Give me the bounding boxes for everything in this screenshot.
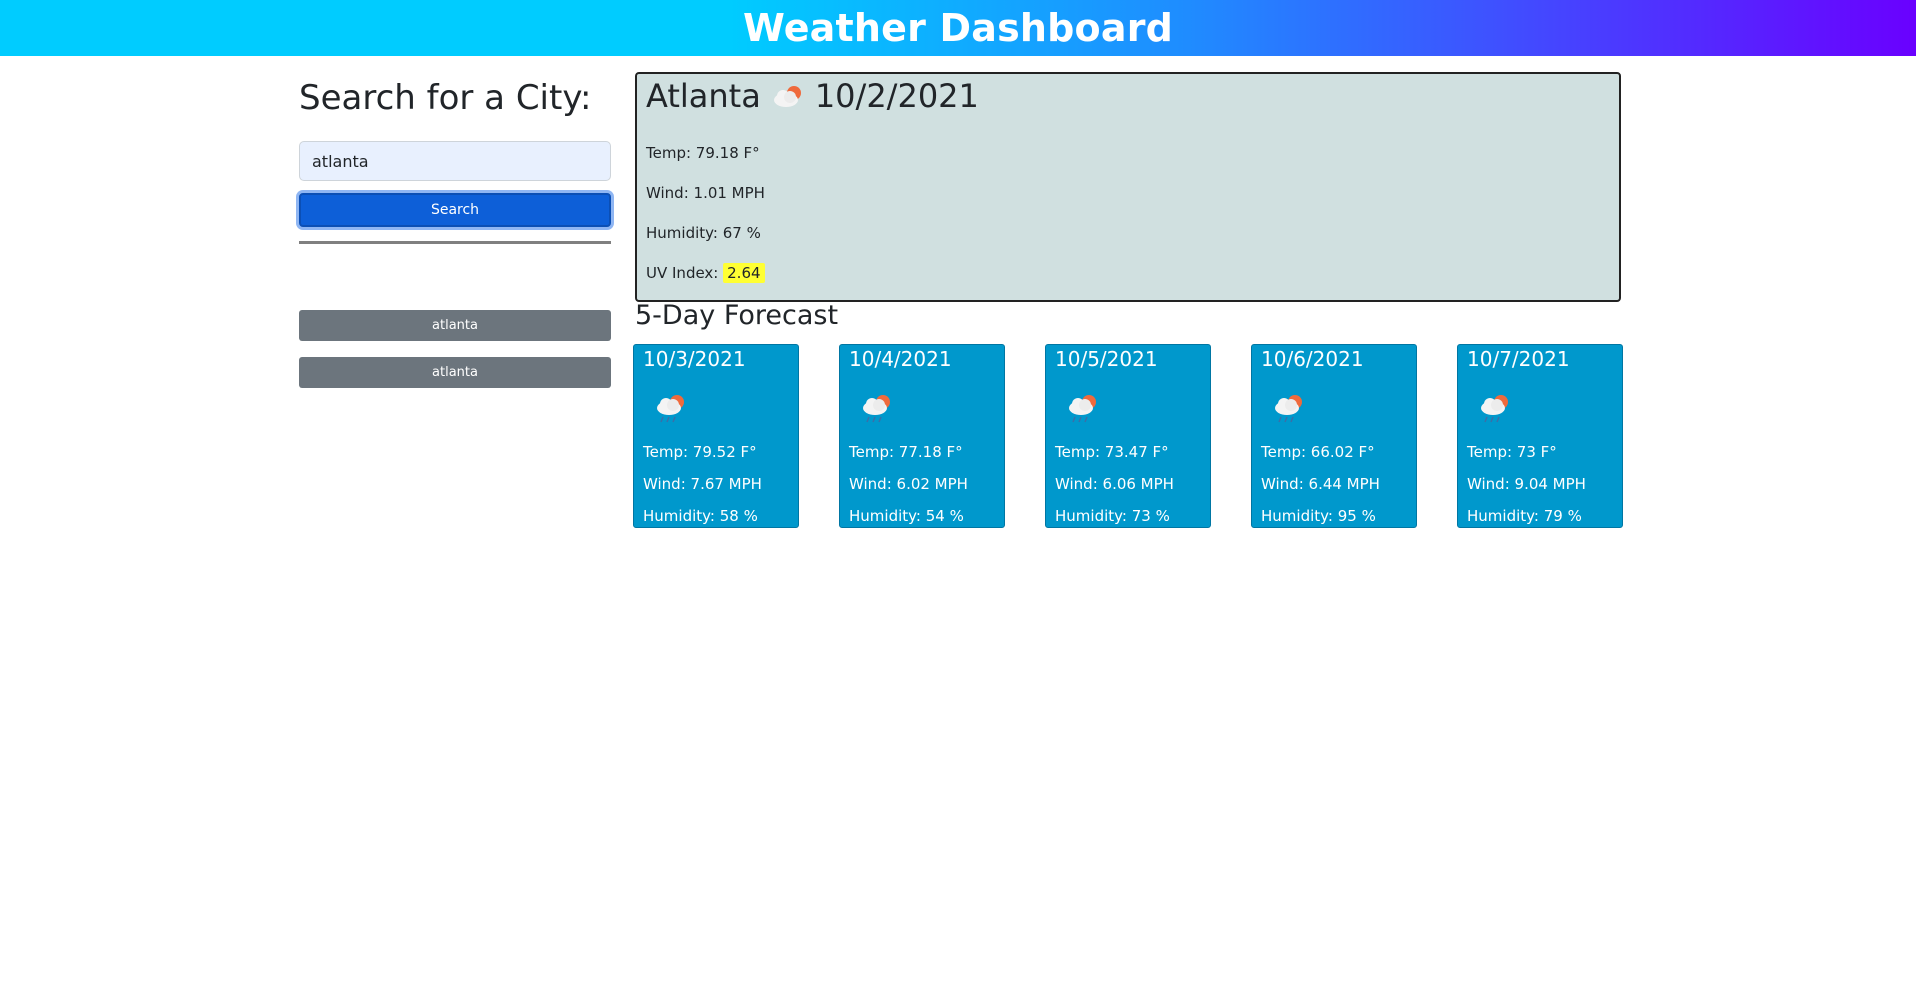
uv-label: UV Index: <box>646 264 719 282</box>
current-temp: Temp: 79.18 F° <box>646 144 760 162</box>
forecast-wind: Wind: 6.44 MPH <box>1261 475 1380 493</box>
forecast-wind: Wind: 9.04 MPH <box>1467 475 1586 493</box>
current-humidity: Humidity: 67 % <box>646 224 761 242</box>
forecast-temp: Temp: 77.18 F° <box>849 443 963 461</box>
cloud-sun-rain-icon <box>1069 395 1096 423</box>
forecast-humidity: Humidity: 79 % <box>1467 507 1582 525</box>
cloud-sun-rain-icon <box>1481 395 1508 423</box>
history-button[interactable]: atlanta <box>299 310 611 341</box>
forecast-temp: Temp: 73.47 F° <box>1055 443 1169 461</box>
search-button[interactable]: Search <box>299 193 611 227</box>
page-title: Weather Dashboard <box>742 6 1174 50</box>
current-weather-title: Atlanta 10/2/2021 <box>646 76 979 116</box>
forecast-card: 10/3/2021 Temp: 79.52 F° Wind: 7.67 MPH … <box>633 344 799 528</box>
forecast-date: 10/7/2021 <box>1467 347 1570 371</box>
forecast-humidity: Humidity: 54 % <box>849 507 964 525</box>
forecast-humidity: Humidity: 73 % <box>1055 507 1170 525</box>
cloud-sun-rain-icon <box>773 86 801 107</box>
forecast-card: 10/4/2021 Temp: 77.18 F° Wind: 6.02 MPH … <box>839 344 1005 528</box>
cloud-sun-rain-icon <box>1275 395 1302 423</box>
cloud-sun-rain-icon <box>657 395 684 423</box>
forecast-wind: Wind: 6.02 MPH <box>849 475 968 493</box>
forecast-humidity: Humidity: 58 % <box>643 507 758 525</box>
forecast-date: 10/5/2021 <box>1055 347 1158 371</box>
current-uv: UV Index: 2.64 <box>646 263 765 283</box>
sidebar-divider <box>299 241 611 244</box>
forecast-date: 10/3/2021 <box>643 347 746 371</box>
forecast-wind: Wind: 6.06 MPH <box>1055 475 1174 493</box>
app-header: Weather Dashboard <box>0 0 1916 56</box>
search-heading: Search for a City: <box>299 78 592 118</box>
forecast-card: 10/7/2021 Temp: 73 F° Wind: 9.04 MPH Hum… <box>1457 344 1623 528</box>
cloud-sun-rain-icon <box>863 395 890 423</box>
forecast-humidity: Humidity: 95 % <box>1261 507 1376 525</box>
forecast-heading: 5-Day Forecast <box>635 300 839 331</box>
current-wind: Wind: 1.01 MPH <box>646 184 765 202</box>
city-search-input[interactable] <box>299 141 611 181</box>
forecast-date: 10/4/2021 <box>849 347 952 371</box>
forecast-card: 10/6/2021 Temp: 66.02 F° Wind: 6.44 MPH … <box>1251 344 1417 528</box>
forecast-temp: Temp: 66.02 F° <box>1261 443 1375 461</box>
search-sidebar: Search for a City: Search atlanta atlant… <box>299 72 611 388</box>
current-date: 10/2/2021 <box>814 77 979 115</box>
uv-index-badge: 2.64 <box>723 263 765 283</box>
forecast-temp: Temp: 73 F° <box>1467 443 1557 461</box>
forecast-date: 10/6/2021 <box>1261 347 1364 371</box>
forecast-card: 10/5/2021 Temp: 73.47 F° Wind: 6.06 MPH … <box>1045 344 1211 528</box>
forecast-temp: Temp: 79.52 F° <box>643 443 757 461</box>
current-weather-panel: Atlanta 10/2/2021 Temp: 79.18 F° Wind: 1… <box>635 72 1621 302</box>
history-button[interactable]: atlanta <box>299 357 611 388</box>
forecast-wind: Wind: 7.67 MPH <box>643 475 762 493</box>
current-city: Atlanta <box>646 77 761 115</box>
